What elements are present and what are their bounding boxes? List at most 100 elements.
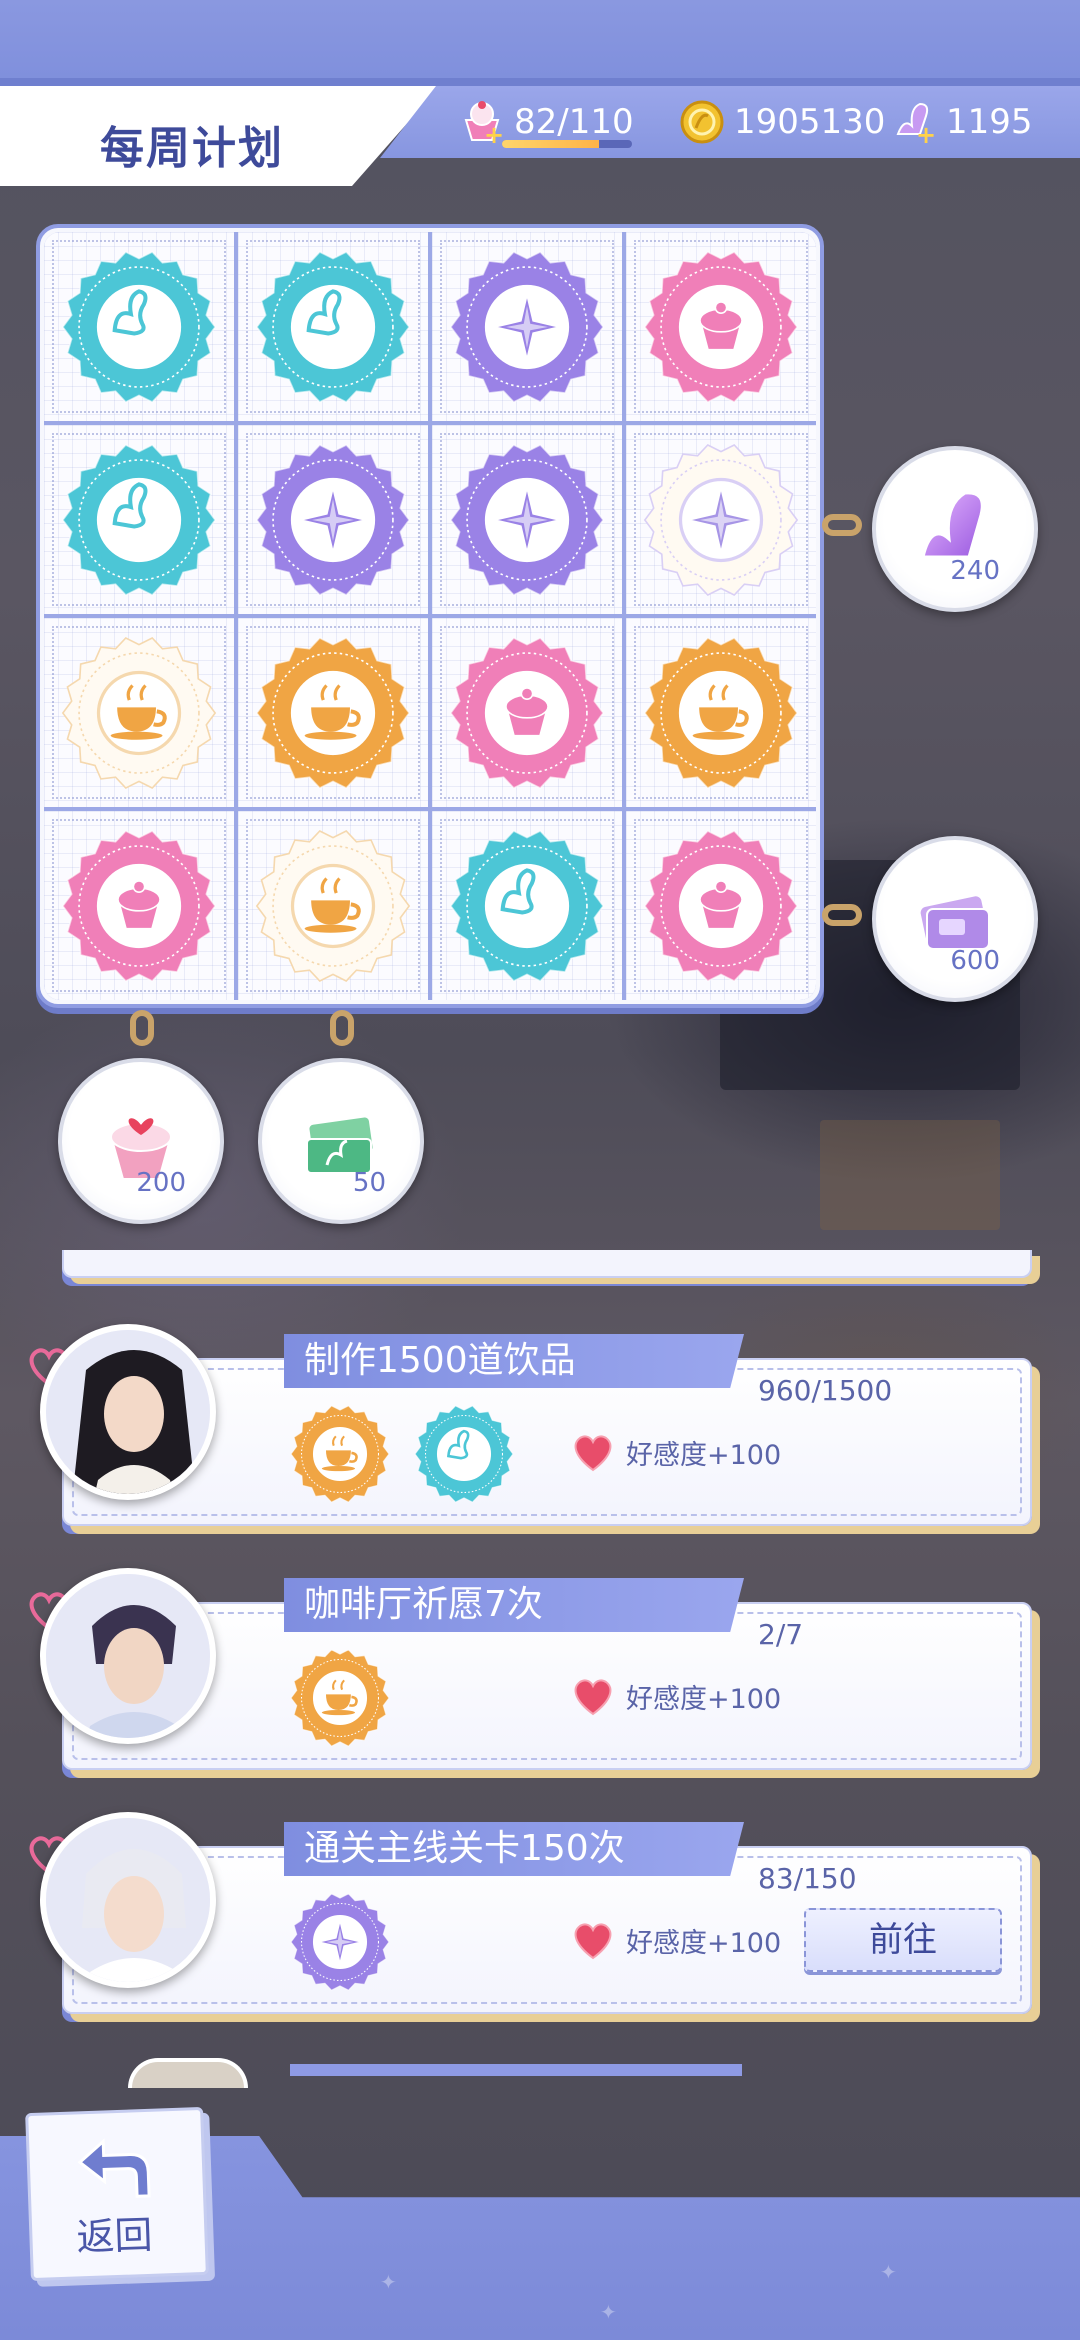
sparkle-icon: ✦ xyxy=(880,2260,897,2284)
affinity-text: 好感度+100 xyxy=(626,1683,782,1715)
task-card: 咖啡厅祈愿7次 2/7 好感度+100 xyxy=(29,1568,1032,1770)
swan-stamp-icon xyxy=(58,246,220,408)
task-progress: 83/150 xyxy=(758,1862,857,1895)
top-strip xyxy=(0,0,1080,86)
stamp-cell xyxy=(44,618,234,807)
stamp-cell xyxy=(626,811,816,1000)
swan-stamp-icon xyxy=(446,825,608,987)
gem-counter[interactable]: + 1195 xyxy=(890,94,1033,150)
stamp-cell xyxy=(238,232,428,421)
back-label: 返回 xyxy=(75,2212,154,2260)
task-progress: 960/1500 xyxy=(758,1374,893,1407)
stamp-grid xyxy=(44,232,816,1000)
sparkle-icon: ✦ xyxy=(600,2300,617,2324)
affinity-text: 好感度+100 xyxy=(626,1927,782,1959)
task-card-peek xyxy=(290,2064,742,2076)
task-reward-stamps xyxy=(288,1402,516,1506)
cupcake-stamp-icon xyxy=(58,825,220,987)
compass-stamp-icon xyxy=(446,439,608,601)
task-title: 通关主线关卡150次 xyxy=(284,1822,744,1876)
column-reward-medal[interactable]: 200 xyxy=(58,1058,224,1224)
medal-hook xyxy=(330,1010,354,1046)
stamp-cell xyxy=(432,232,622,421)
gold-value: 1905130 xyxy=(734,102,886,142)
column-reward-medal[interactable]: 50 xyxy=(258,1058,424,1224)
stamina-value: 82/110 xyxy=(514,102,634,142)
task-card: 通关主线关卡150次 83/150 好感度+100 前往 xyxy=(29,1812,1032,2014)
row-reward-amount: 600 xyxy=(950,946,1000,976)
coffee-stamp-icon xyxy=(288,1402,392,1506)
column-reward-amount: 200 xyxy=(136,1168,186,1198)
cupcake-stamp-icon xyxy=(446,632,608,794)
header: 每周计划 + 82/110 1905130 + 1195 xyxy=(0,86,1080,186)
stamp-cell xyxy=(626,232,816,421)
medal-hook xyxy=(822,514,862,536)
stamp-cell xyxy=(432,811,622,1000)
swan-stamp-icon xyxy=(252,246,414,408)
task-card: 制作1500道饮品 960/1500 好感度+100 xyxy=(29,1324,1032,1526)
stamp-cell xyxy=(432,425,622,614)
coffee-stamp-icon xyxy=(252,632,414,794)
row-reward-amount: 240 xyxy=(950,556,1000,586)
stamina-counter[interactable]: + 82/110 xyxy=(458,94,634,150)
medal-hook xyxy=(822,904,862,926)
task-reward-stamps xyxy=(288,1646,392,1750)
affinity-text: 好感度+100 xyxy=(626,1439,782,1471)
task-card-partial xyxy=(62,1250,1032,1278)
character-avatar-peek xyxy=(128,2058,248,2088)
coffee-stamp-icon xyxy=(640,632,802,794)
goto-button[interactable]: 前往 xyxy=(804,1908,1002,1972)
medal-hook xyxy=(130,1010,154,1046)
coffee-stamp-icon xyxy=(252,825,414,987)
back-button[interactable]: 返回 xyxy=(25,2106,209,2282)
stamp-cell xyxy=(626,618,816,807)
stamina-bar-fill xyxy=(502,140,599,148)
stamp-board xyxy=(36,224,824,1008)
cupcake-stamp-icon xyxy=(640,246,802,408)
task-progress: 2/7 xyxy=(758,1618,804,1651)
back-arrow-icon xyxy=(77,2138,151,2198)
coffee-stamp-icon xyxy=(288,1646,392,1750)
stamp-cell xyxy=(238,425,428,614)
stamp-cell xyxy=(238,618,428,807)
swan-stamp-icon xyxy=(58,439,220,601)
affinity-reward: 好感度+100 xyxy=(570,1920,781,1960)
compass-stamp-icon xyxy=(288,1890,392,1994)
compass-stamp-icon xyxy=(640,439,802,601)
cupcake-stamina-icon: + xyxy=(458,98,506,147)
heart-icon xyxy=(574,1679,612,1716)
row-reward-medal[interactable]: 240 xyxy=(872,446,1038,612)
affinity-reward: 好感度+100 xyxy=(570,1676,781,1716)
cupcake-stamp-icon xyxy=(640,825,802,987)
stamina-bar xyxy=(502,140,632,148)
gold-counter[interactable]: 1905130 xyxy=(678,94,885,150)
stamp-cell xyxy=(626,425,816,614)
affinity-reward: 好感度+100 xyxy=(570,1432,781,1472)
gold-coin-icon xyxy=(678,98,726,146)
stamp-cell xyxy=(44,232,234,421)
background-shelf xyxy=(820,1120,1000,1230)
column-reward-amount: 50 xyxy=(352,1168,386,1198)
heart-icon xyxy=(574,1435,612,1472)
task-title: 制作1500道饮品 xyxy=(284,1334,744,1388)
crystal-swan-icon: + xyxy=(890,98,938,147)
row-reward-medal[interactable]: 600 xyxy=(872,836,1038,1002)
coffee-stamp-icon xyxy=(58,632,220,794)
task-reward-stamps xyxy=(288,1890,392,1994)
gem-value: 1195 xyxy=(946,102,1033,142)
compass-stamp-icon xyxy=(446,246,608,408)
character-avatar[interactable] xyxy=(40,1324,216,1500)
compass-stamp-icon xyxy=(252,439,414,601)
character-avatar[interactable] xyxy=(40,1812,216,1988)
page-title: 每周计划 xyxy=(100,123,284,174)
dark-hair-glasses-man-avatar xyxy=(46,1574,210,1738)
stamp-cell xyxy=(44,425,234,614)
stamp-cell xyxy=(44,811,234,1000)
silver-hair-man-avatar xyxy=(46,1818,210,1982)
long-black-hair-man-avatar xyxy=(46,1330,210,1494)
character-avatar[interactable] xyxy=(40,1568,216,1744)
plus-icon[interactable]: + xyxy=(916,123,938,147)
stamp-cell xyxy=(238,811,428,1000)
swan-stamp-icon xyxy=(412,1402,516,1506)
sparkle-icon: ✦ xyxy=(380,2270,397,2294)
